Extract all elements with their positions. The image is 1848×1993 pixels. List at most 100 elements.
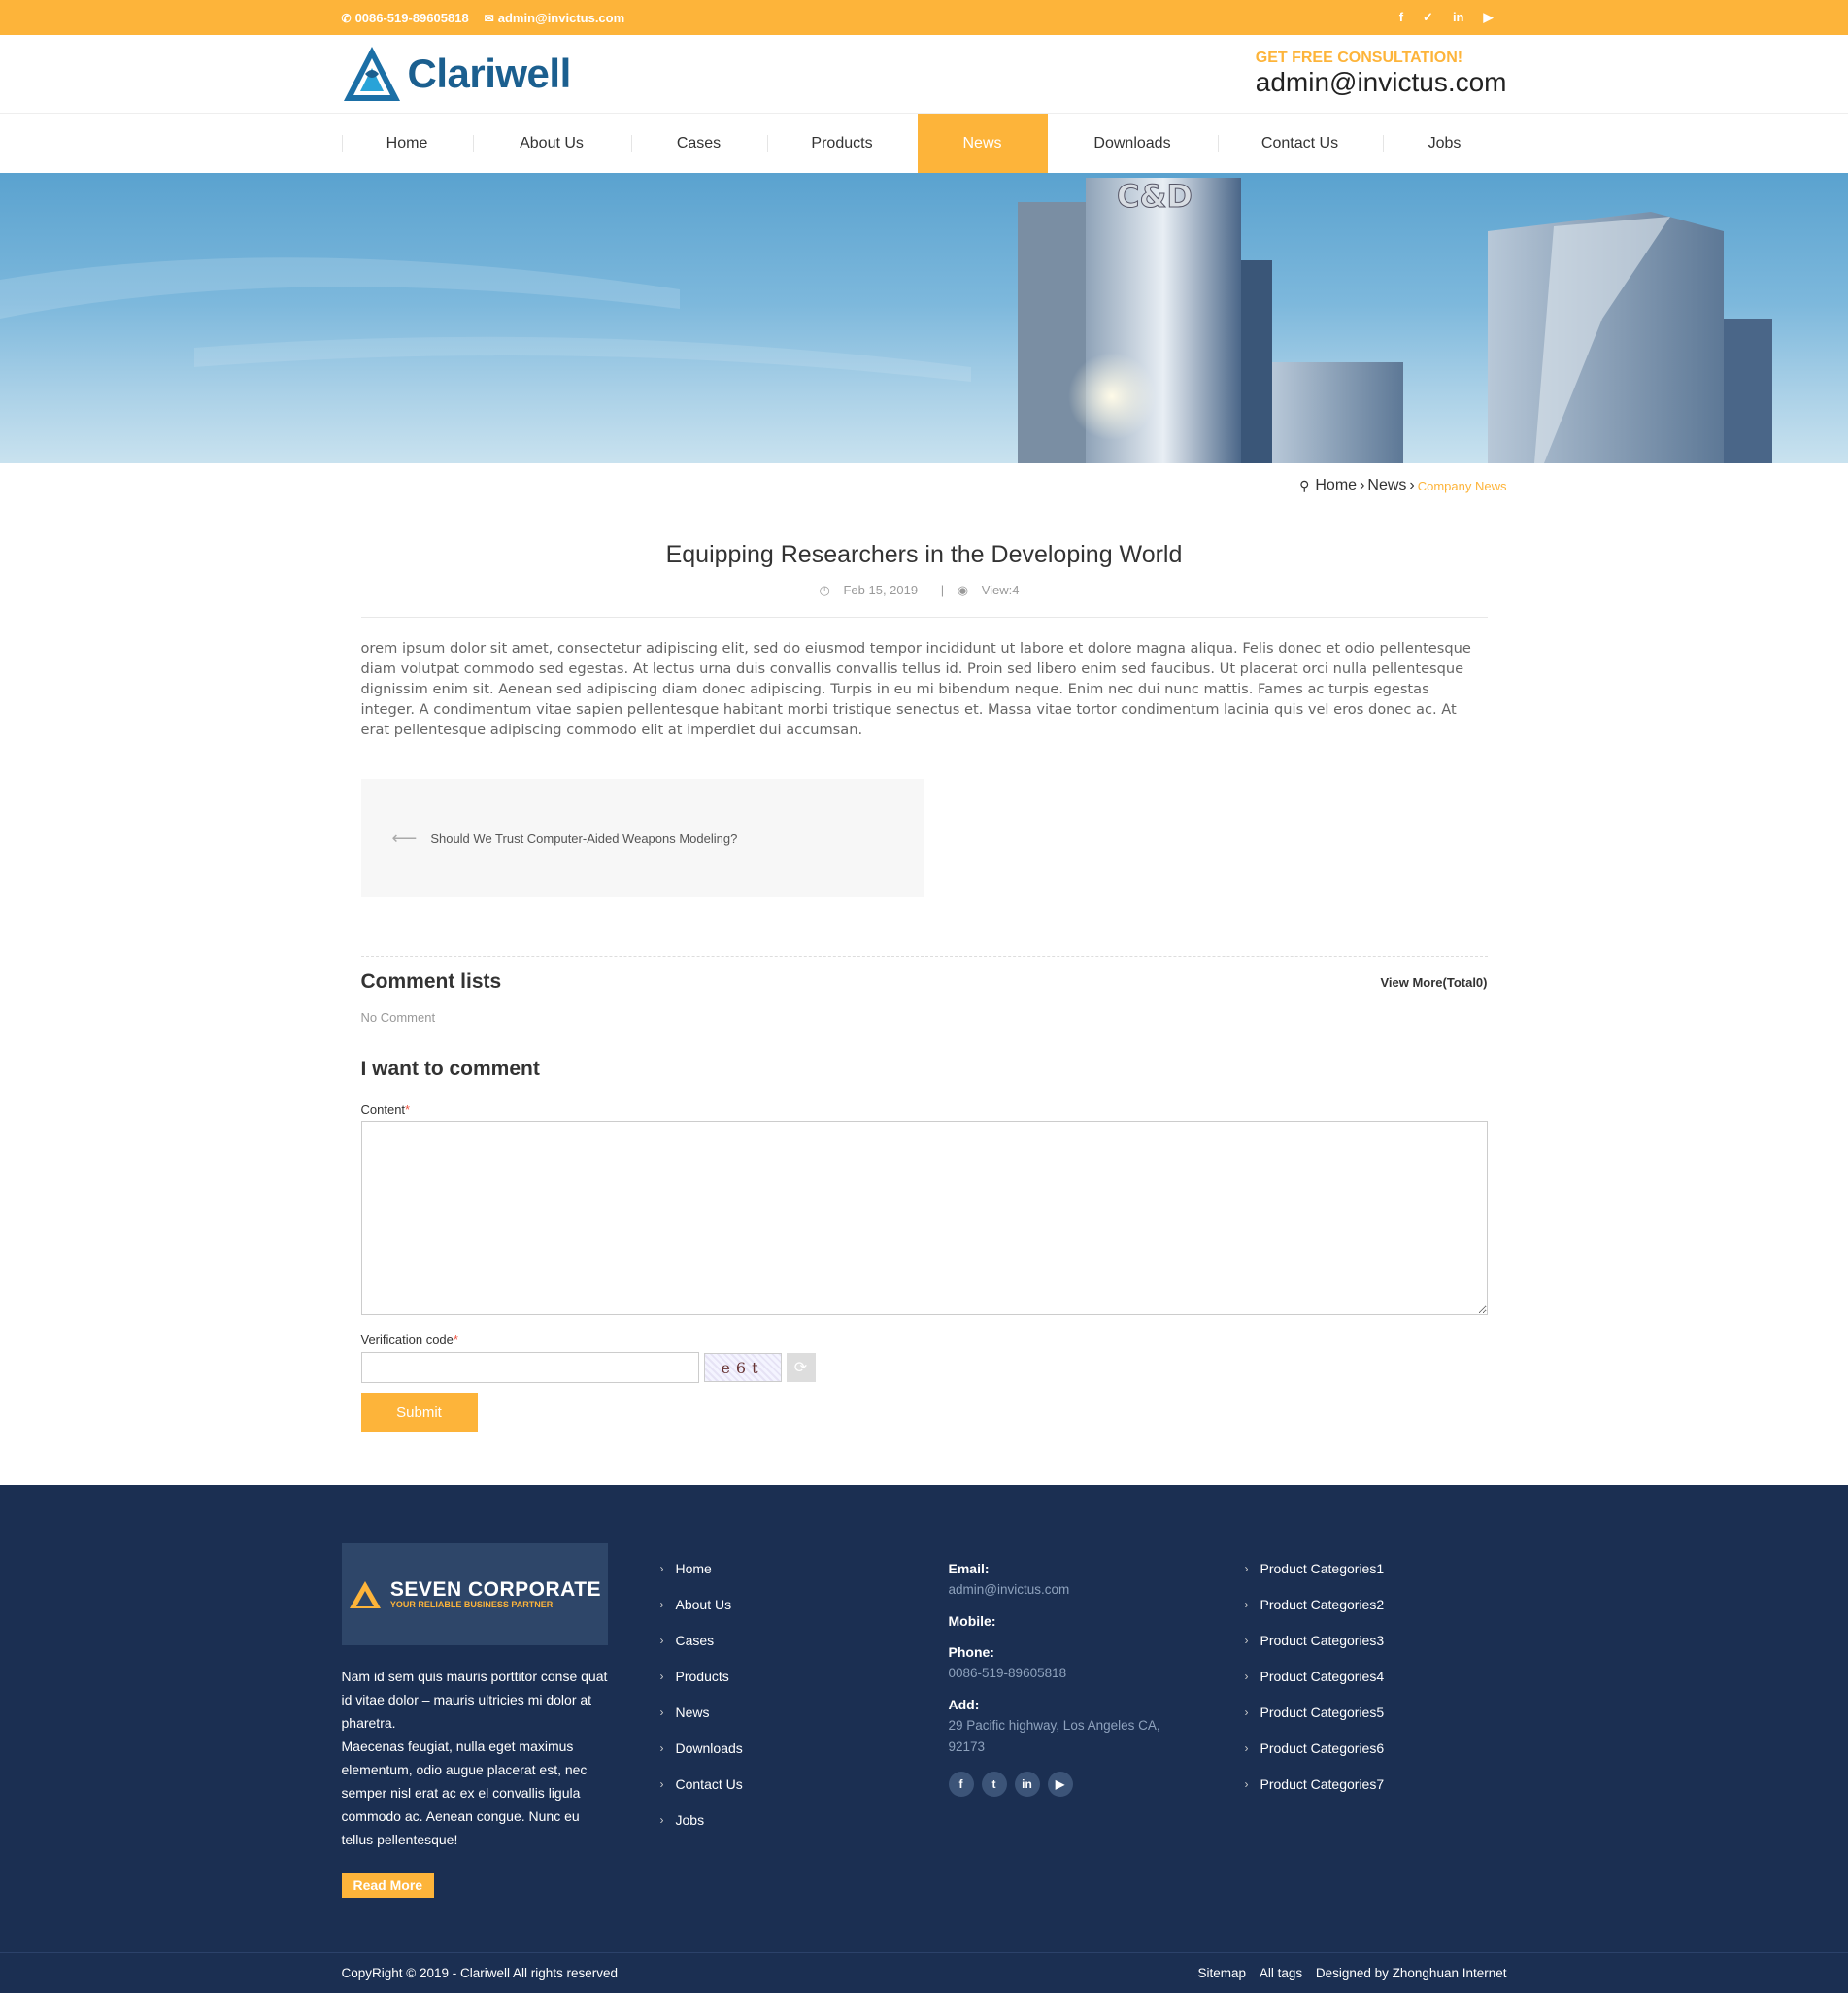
chevron-right-icon: › bbox=[1409, 477, 1415, 493]
footer-phone-label: Phone: bbox=[948, 1644, 994, 1660]
read-more-button[interactable]: Read More bbox=[341, 1873, 435, 1898]
consultation: GET FREE CONSULTATION! admin@invictus.co… bbox=[1256, 50, 1507, 98]
breadcrumb-home[interactable]: Home bbox=[1315, 477, 1357, 494]
banner-sign: C&D bbox=[1117, 178, 1193, 215]
nav-contact-us[interactable]: Contact Us bbox=[1217, 114, 1383, 174]
top-email-text: admin@invictus.com bbox=[497, 10, 625, 25]
submit-button[interactable]: Submit bbox=[360, 1393, 478, 1432]
verification-code-input[interactable] bbox=[360, 1352, 699, 1383]
top-phone[interactable]: ✆ 0086-519-89605818 bbox=[342, 11, 469, 25]
chevron-right-icon: › bbox=[659, 1741, 664, 1755]
footer-address: 29 Pacific highway, Los Angeles CA, 9217… bbox=[948, 1718, 1160, 1754]
footer-link-contact-us[interactable]: › Contact Us bbox=[660, 1773, 743, 1809]
footer-category-4[interactable]: › Product Categories4 bbox=[1245, 1666, 1385, 1702]
footer-category-5[interactable]: › Product Categories5 bbox=[1245, 1702, 1385, 1738]
required-mark: * bbox=[453, 1333, 458, 1347]
footer-category-7[interactable]: › Product Categories7 bbox=[1245, 1773, 1385, 1809]
prev-article-link[interactable]: ⟵ Should We Trust Computer-Aided Weapons… bbox=[360, 779, 924, 897]
footer-link-label: Jobs bbox=[675, 1812, 705, 1828]
twitter-icon[interactable]: ✓ bbox=[1423, 10, 1433, 25]
article-meta: ◷ Feb 15, 2019 | ◉ View:4 bbox=[360, 583, 1488, 618]
footer-links: › Home › About Us › Cases › Products › News ›… bbox=[660, 1558, 743, 1845]
top-email[interactable]: ✉ admin@invictus.com bbox=[485, 11, 625, 25]
main-nav: Home About Us Cases Products News Downlo… bbox=[0, 113, 1848, 174]
footer-category-1[interactable]: › Product Categories1 bbox=[1245, 1558, 1385, 1594]
footer-logo-tagline: YOUR RELIABLE BUSINESS PARTNER bbox=[389, 1600, 554, 1610]
footer-category-label: Product Categories2 bbox=[1260, 1597, 1385, 1612]
site-footer: SEVEN CORPORATE YOUR RELIABLE BUSINESS P… bbox=[0, 1485, 1848, 1993]
footer-categories: › Product Categories1 › Product Categories… bbox=[1245, 1558, 1385, 1809]
footer-link-downloads[interactable]: › Downloads bbox=[660, 1738, 743, 1773]
breadcrumb-current[interactable]: Company News bbox=[1418, 479, 1507, 493]
phone-icon: ✆ bbox=[341, 11, 352, 25]
footer-category-3[interactable]: › Product Categories3 bbox=[1245, 1630, 1385, 1666]
verify-label: Verification code* bbox=[361, 1333, 1488, 1347]
youtube-icon[interactable]: ▶ bbox=[1047, 1772, 1073, 1797]
site-logo[interactable]: Clariwell bbox=[342, 45, 571, 103]
footer-category-2[interactable]: › Product Categories2 bbox=[1245, 1594, 1385, 1630]
chevron-right-icon: › bbox=[659, 1634, 664, 1647]
content-label: Content* bbox=[361, 1102, 1488, 1117]
footer-link-cases[interactable]: › Cases bbox=[660, 1630, 743, 1666]
article-views: View:4 bbox=[981, 583, 1020, 597]
nav-products[interactable]: Products bbox=[766, 114, 918, 174]
meta-divider: | bbox=[940, 583, 945, 597]
footer-link-label: About Us bbox=[675, 1597, 732, 1612]
designed-by-link[interactable]: Designed by Zhonghuan Internet bbox=[1316, 1966, 1507, 1980]
linkedin-icon[interactable]: in bbox=[1453, 10, 1464, 25]
nav-downloads[interactable]: Downloads bbox=[1048, 114, 1218, 174]
footer-link-label: Contact Us bbox=[675, 1776, 743, 1792]
footer-link-products[interactable]: › Products bbox=[660, 1666, 743, 1702]
footer-category-6[interactable]: › Product Categories6 bbox=[1245, 1738, 1385, 1773]
page-banner: C&D bbox=[0, 173, 1848, 463]
clock-icon: ◷ bbox=[819, 583, 830, 597]
nav-news[interactable]: News bbox=[917, 114, 1048, 174]
captcha-image[interactable]: e6t bbox=[703, 1353, 782, 1382]
banner-cityscape-image: C&D bbox=[0, 178, 1772, 463]
no-comment-text: No Comment bbox=[360, 1010, 436, 1025]
article-body: orem ipsum dolor sit amet, consectetur a… bbox=[360, 640, 1471, 738]
linkedin-icon[interactable]: in bbox=[1014, 1772, 1040, 1797]
footer-contact: Email: admin@invictus.com Mobile: Phone:… bbox=[948, 1558, 1192, 1797]
footer-link-jobs[interactable]: › Jobs bbox=[660, 1809, 743, 1845]
breadcrumb-news[interactable]: News bbox=[1367, 477, 1406, 494]
nav-cases[interactable]: Cases bbox=[630, 114, 767, 174]
chevron-right-icon: › bbox=[1244, 1562, 1249, 1575]
consult-label: GET FREE CONSULTATION! bbox=[1255, 50, 1463, 66]
footer-link-about-us[interactable]: › About Us bbox=[660, 1594, 743, 1630]
top-phone-text: 0086-519-89605818 bbox=[354, 10, 469, 25]
footer-about-paragraph-2: Maecenas feugiat, nulla eget maximus ele… bbox=[341, 1739, 588, 1847]
divider bbox=[360, 956, 1488, 957]
footer-link-news[interactable]: › News bbox=[660, 1702, 743, 1738]
consult-email[interactable]: admin@invictus.com bbox=[1256, 67, 1507, 98]
refresh-icon[interactable]: ⟳ bbox=[786, 1353, 816, 1382]
brand-name: Clariwell bbox=[407, 51, 572, 96]
footer-about: SEVEN CORPORATE YOUR RELIABLE BUSINESS P… bbox=[341, 1543, 608, 1898]
footer-logo[interactable]: SEVEN CORPORATE YOUR RELIABLE BUSINESS P… bbox=[341, 1543, 608, 1645]
nav-jobs[interactable]: Jobs bbox=[1382, 114, 1507, 174]
sitemap-link[interactable]: Sitemap bbox=[1198, 1966, 1247, 1980]
youtube-icon[interactable]: ▶ bbox=[1484, 10, 1494, 25]
prev-article-title[interactable]: Should We Trust Computer-Aided Weapons M… bbox=[430, 831, 737, 846]
facebook-icon[interactable]: f bbox=[1399, 10, 1403, 25]
chevron-right-icon: › bbox=[1244, 1634, 1249, 1647]
footer-category-label: Product Categories6 bbox=[1260, 1740, 1385, 1756]
article-title: Equipping Researchers in the Developing … bbox=[665, 541, 1183, 568]
arrow-left-icon: ⟵ bbox=[391, 828, 418, 848]
top-social: f ✓ in ▶ bbox=[1399, 10, 1494, 25]
footer-address-label: Add: bbox=[948, 1697, 980, 1712]
chevron-right-icon: › bbox=[659, 1777, 664, 1791]
verify-label-text: Verification code bbox=[360, 1333, 454, 1347]
footer-email[interactable]: admin@invictus.com bbox=[949, 1579, 1192, 1601]
footer-bottom-bar: CopyRight © 2019 - Clariwell All rights … bbox=[0, 1952, 1848, 1993]
nav-home[interactable]: Home bbox=[341, 114, 473, 174]
all-tags-link[interactable]: All tags bbox=[1260, 1966, 1302, 1980]
footer-phone: 0086-519-89605818 bbox=[948, 1666, 1067, 1680]
twitter-icon[interactable]: t bbox=[981, 1772, 1007, 1797]
chevron-right-icon: › bbox=[1244, 1741, 1249, 1755]
footer-link-home[interactable]: › Home bbox=[660, 1558, 743, 1594]
view-more-link[interactable]: View More(Total0) bbox=[1380, 975, 1487, 990]
facebook-icon[interactable]: f bbox=[948, 1772, 974, 1797]
comment-content-textarea[interactable] bbox=[360, 1121, 1488, 1315]
nav-about-us[interactable]: About Us bbox=[472, 114, 631, 174]
